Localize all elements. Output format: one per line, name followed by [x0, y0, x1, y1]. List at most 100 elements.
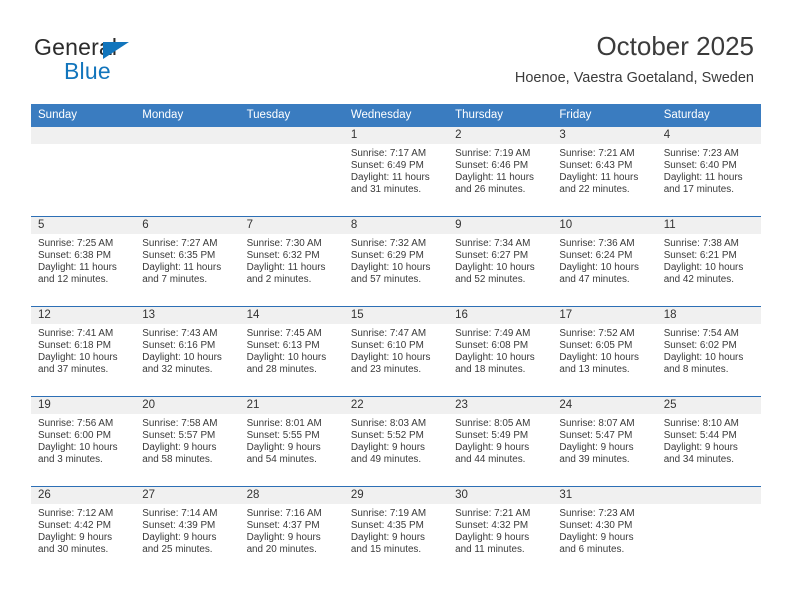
calendar-day-cell[interactable]: 17 Sunrise: 7:52 AM Sunset: 6:05 PM Dayligh…: [552, 306, 657, 397]
sunset-text: Sunset: 6:32 PM: [246, 250, 320, 262]
daylight-text-line1: Daylight: 9 hours: [455, 532, 530, 544]
day-number: 24: [552, 397, 657, 414]
sunset-text: Sunset: 6:24 PM: [559, 250, 633, 262]
calendar-week-row: 1 Sunrise: 7:17 AM Sunset: 6:49 PM Daylight…: [31, 127, 761, 217]
calendar-week-row: 5 Sunrise: 7:25 AM Sunset: 6:38 PM Daylight…: [31, 216, 761, 307]
day-number: 18: [656, 307, 761, 324]
calendar-day-cell[interactable]: 4 Sunrise: 7:23 AM Sunset: 6:40 PM Daylight…: [656, 127, 761, 217]
daylight-text-line1: Daylight: 9 hours: [559, 532, 634, 544]
calendar-day-cell[interactable]: 11 Sunrise: 7:38 AM Sunset: 6:21 PM Dayligh…: [656, 216, 761, 307]
day-cell-inner: 1 Sunrise: 7:17 AM Sunset: 6:49 PM Daylight…: [343, 127, 449, 216]
calendar-day-cell[interactable]: 28 Sunrise: 7:16 AM Sunset: 4:37 PM Dayligh…: [239, 486, 344, 576]
daylight-text-line2: and 26 minutes.: [455, 184, 526, 196]
sunrise-text: Sunrise: 7:19 AM: [455, 148, 531, 159]
day-cell-inner: 8 Sunrise: 7:32 AM Sunset: 6:29 PM Daylight…: [343, 217, 449, 306]
day-details: Sunrise: 7:58 AM Sunset: 5:57 PM Daylight:…: [135, 414, 239, 466]
daylight-text-line1: Daylight: 9 hours: [663, 442, 738, 454]
calendar-day-cell[interactable]: 13 Sunrise: 7:43 AM Sunset: 6:16 PM Dayligh…: [135, 306, 240, 397]
day-number: [135, 127, 240, 144]
calendar-day-cell[interactable]: 10 Sunrise: 7:36 AM Sunset: 6:24 PM Dayligh…: [552, 216, 657, 307]
day-cell-inner: 7 Sunrise: 7:30 AM Sunset: 6:32 PM Daylight…: [239, 217, 344, 306]
sunrise-text: Sunrise: 7:41 AM: [38, 328, 114, 339]
day-number: 30: [448, 487, 553, 504]
day-details: Sunrise: 8:03 AM Sunset: 5:52 PM Daylight:…: [344, 414, 448, 466]
day-number: 5: [31, 217, 136, 234]
calendar-day-cell[interactable]: 23 Sunrise: 8:05 AM Sunset: 5:49 PM Dayligh…: [448, 396, 553, 487]
day-cell-inner: 10 Sunrise: 7:36 AM Sunset: 6:24 PM Dayligh…: [552, 217, 657, 306]
day-number: 2: [448, 127, 553, 144]
sunrise-text: Sunrise: 7:21 AM: [559, 148, 635, 159]
day-cell-inner: 18 Sunrise: 7:54 AM Sunset: 6:02 PM Dayligh…: [656, 307, 761, 396]
calendar-day-cell[interactable]: 7 Sunrise: 7:30 AM Sunset: 6:32 PM Daylight…: [239, 216, 344, 307]
weekday-header-wednesday: Wednesday: [343, 104, 449, 127]
calendar-day-cell[interactable]: 1 Sunrise: 7:17 AM Sunset: 6:49 PM Daylight…: [343, 127, 449, 217]
calendar-day-cell[interactable]: 29 Sunrise: 7:19 AM Sunset: 4:35 PM Dayligh…: [343, 486, 449, 576]
calendar-day-cell[interactable]: 26 Sunrise: 7:12 AM Sunset: 4:42 PM Dayligh…: [31, 486, 136, 576]
calendar-day-cell[interactable]: 20 Sunrise: 7:58 AM Sunset: 5:57 PM Dayligh…: [135, 396, 240, 487]
day-cell-inner: 5 Sunrise: 7:25 AM Sunset: 6:38 PM Daylight…: [31, 217, 136, 306]
daylight-text-line1: Daylight: 11 hours: [142, 262, 222, 274]
sunrise-text: Sunrise: 8:03 AM: [350, 418, 427, 429]
daylight-text-line2: and 30 minutes.: [38, 544, 109, 556]
daylight-text-line2: and 8 minutes.: [663, 364, 729, 376]
calendar-day-cell[interactable]: 8 Sunrise: 7:32 AM Sunset: 6:29 PM Daylight…: [343, 216, 449, 307]
day-details: Sunrise: 7:19 AM Sunset: 4:35 PM Daylight:…: [344, 504, 448, 556]
sunset-text: Sunset: 6:05 PM: [559, 340, 633, 352]
day-cell-inner: 26 Sunrise: 7:12 AM Sunset: 4:42 PM Dayligh…: [31, 487, 136, 576]
day-details: Sunrise: 7:23 AM Sunset: 4:30 PM Daylight:…: [552, 504, 656, 556]
sunset-text: Sunset: 4:32 PM: [455, 520, 529, 532]
calendar-day-cell[interactable]: 27 Sunrise: 7:14 AM Sunset: 4:39 PM Dayligh…: [135, 486, 240, 576]
calendar-day-cell[interactable]: 24 Sunrise: 8:07 AM Sunset: 5:47 PM Dayligh…: [552, 396, 657, 487]
daylight-text-line2: and 37 minutes.: [38, 364, 109, 376]
day-details: Sunrise: 7:14 AM Sunset: 4:39 PM Daylight:…: [135, 504, 239, 556]
day-cell-inner: 16 Sunrise: 7:49 AM Sunset: 6:08 PM Dayligh…: [448, 307, 553, 396]
calendar-day-cell[interactable]: 5 Sunrise: 7:25 AM Sunset: 6:38 PM Daylight…: [31, 216, 136, 307]
calendar-day-cell[interactable]: 31 Sunrise: 7:23 AM Sunset: 4:30 PM Dayligh…: [552, 486, 657, 576]
daylight-text-line1: Daylight: 10 hours: [38, 352, 118, 364]
calendar-day-cell[interactable]: 18 Sunrise: 7:54 AM Sunset: 6:02 PM Dayligh…: [656, 306, 761, 397]
day-details: Sunrise: 7:52 AM Sunset: 6:05 PM Daylight:…: [552, 324, 656, 376]
calendar-day-cell[interactable]: 30 Sunrise: 7:21 AM Sunset: 4:32 PM Dayligh…: [448, 486, 553, 576]
calendar-day-cell[interactable]: 9 Sunrise: 7:34 AM Sunset: 6:27 PM Daylight…: [448, 216, 553, 307]
sunset-text: Sunset: 5:49 PM: [455, 430, 529, 442]
sunrise-text: Sunrise: 7:16 AM: [246, 508, 322, 519]
calendar-day-cell[interactable]: 19 Sunrise: 7:56 AM Sunset: 6:00 PM Dayligh…: [31, 396, 136, 487]
day-number: 10: [552, 217, 657, 234]
daylight-text-line1: Daylight: 10 hours: [559, 262, 639, 274]
day-details: Sunrise: 7:45 AM Sunset: 6:13 PM Daylight:…: [240, 324, 344, 376]
calendar-day-cell[interactable]: 25 Sunrise: 8:10 AM Sunset: 5:44 PM Dayligh…: [656, 396, 761, 487]
day-cell-inner: 29 Sunrise: 7:19 AM Sunset: 4:35 PM Dayligh…: [343, 487, 449, 576]
calendar-day-cell[interactable]: 16 Sunrise: 7:49 AM Sunset: 6:08 PM Dayligh…: [448, 306, 553, 397]
sunrise-text: Sunrise: 7:14 AM: [142, 508, 218, 519]
calendar-day-cell[interactable]: 14 Sunrise: 7:45 AM Sunset: 6:13 PM Dayligh…: [239, 306, 344, 397]
daylight-text-line1: Daylight: 9 hours: [350, 442, 425, 454]
sunrise-text: Sunrise: 8:01 AM: [246, 418, 322, 429]
calendar-day-cell[interactable]: 6 Sunrise: 7:27 AM Sunset: 6:35 PM Daylight…: [135, 216, 240, 307]
day-details: Sunrise: 8:10 AM Sunset: 5:44 PM Daylight:…: [657, 414, 761, 466]
title-block: October 2025 Hoenoe, Vaestra Goetaland, …: [515, 30, 754, 88]
sunrise-text: Sunrise: 8:07 AM: [559, 418, 635, 429]
day-cell-inner: 6 Sunrise: 7:27 AM Sunset: 6:35 PM Daylight…: [135, 217, 240, 306]
day-details: Sunrise: 7:17 AM Sunset: 6:49 PM Daylight:…: [344, 144, 448, 196]
day-details: Sunrise: 7:36 AM Sunset: 6:24 PM Daylight:…: [552, 234, 656, 286]
daylight-text-line2: and 12 minutes.: [38, 274, 109, 286]
calendar-day-cell[interactable]: 3 Sunrise: 7:21 AM Sunset: 6:43 PM Daylight…: [552, 127, 657, 217]
calendar-table: Sunday Monday Tuesday Wednesday Thursday Frid…: [31, 104, 761, 576]
sunset-text: Sunset: 6:00 PM: [38, 430, 112, 442]
calendar-day-cell[interactable]: 22 Sunrise: 8:03 AM Sunset: 5:52 PM Dayligh…: [343, 396, 449, 487]
calendar-day-cell[interactable]: 12 Sunrise: 7:41 AM Sunset: 6:18 PM Dayligh…: [31, 306, 136, 397]
sunrise-text: Sunrise: 7:19 AM: [350, 508, 427, 519]
sunset-text: Sunset: 4:35 PM: [350, 520, 424, 532]
calendar-day-cell[interactable]: 21 Sunrise: 8:01 AM Sunset: 5:55 PM Dayligh…: [239, 396, 344, 487]
calendar-day-cell-empty: [656, 486, 761, 576]
calendar-day-cell[interactable]: 2 Sunrise: 7:19 AM Sunset: 6:46 PM Daylight…: [448, 127, 553, 217]
day-number: 14: [239, 307, 344, 324]
sunset-text: Sunset: 6:08 PM: [455, 340, 529, 352]
day-number: 9: [448, 217, 553, 234]
calendar-day-cell[interactable]: 15 Sunrise: 7:47 AM Sunset: 6:10 PM Dayligh…: [343, 306, 449, 397]
day-cell-inner: 4 Sunrise: 7:23 AM Sunset: 6:40 PM Daylight…: [656, 127, 761, 216]
generalblue-logo[interactable]: General Blue: [34, 34, 234, 86]
logo-triangle-icon: [103, 42, 129, 59]
sunset-text: Sunset: 6:13 PM: [246, 340, 320, 352]
weekday-header-thursday: Thursday: [448, 104, 553, 127]
